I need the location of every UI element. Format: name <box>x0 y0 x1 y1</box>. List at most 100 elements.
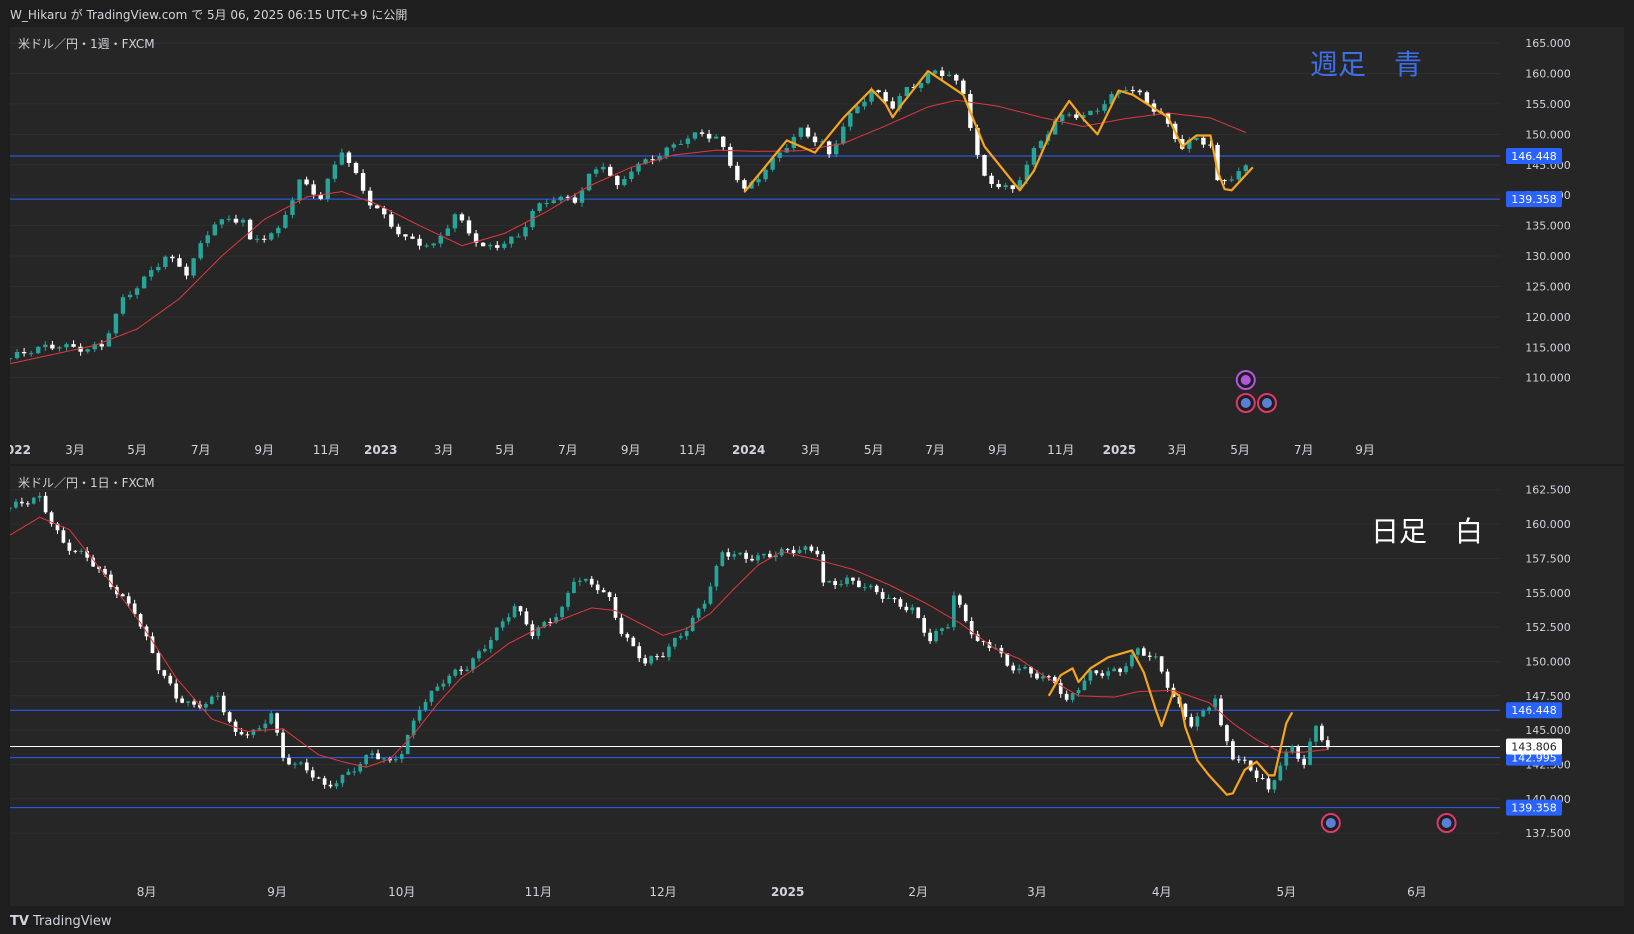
candle-body <box>37 495 42 498</box>
candle-body <box>209 696 214 704</box>
candle-body <box>566 593 570 607</box>
candle-body <box>706 133 712 139</box>
candle-body <box>989 175 994 184</box>
candle-body <box>204 703 208 708</box>
publish-header: W_Hikaru が TradingView.com で 5月 06, 2025… <box>0 0 1634 26</box>
candle-body <box>31 497 36 504</box>
x-tick-label: 4月 <box>1152 885 1172 899</box>
candle-body <box>367 190 373 206</box>
candle-body <box>212 224 217 236</box>
candle-body <box>429 690 434 702</box>
candle-body <box>1242 759 1247 761</box>
x-tick-label: 2024 <box>732 443 765 457</box>
weekly-chart-pane[interactable]: 165.000160.000155.000150.000145.000140.0… <box>10 27 1624 464</box>
us-flag-event-icon[interactable] <box>1320 813 1341 833</box>
candle-body <box>488 245 493 247</box>
candle-body <box>452 214 458 229</box>
candle-body <box>649 656 653 664</box>
x-tick-label: 9月 <box>988 443 1008 457</box>
candle-body <box>572 197 578 203</box>
candle-body <box>73 550 78 552</box>
candle-body <box>625 634 630 638</box>
candle-body <box>399 754 404 760</box>
candle-body <box>353 162 359 174</box>
candle-body <box>961 80 966 95</box>
candle-body <box>622 179 627 186</box>
y-tick-label: 147.500 <box>1525 690 1571 703</box>
candle-body <box>583 578 588 581</box>
time-axis[interactable]: 8月 9月 10月 11月 12月 2025 2月 3月 4月 5月 6月 <box>137 885 1427 899</box>
candle-body <box>1130 654 1134 667</box>
x-tick-label: 3月 <box>65 443 85 457</box>
candle-body <box>488 640 493 649</box>
candle-body <box>1094 670 1099 674</box>
candle-body <box>558 196 563 201</box>
candle-body <box>262 238 267 240</box>
candle-body <box>1302 758 1306 765</box>
candle-body <box>269 233 274 240</box>
price-label: 146.448 <box>1511 150 1557 163</box>
candle-body <box>661 656 665 658</box>
x-tick-label: 3月 <box>434 443 454 457</box>
candle-body <box>1095 110 1100 112</box>
y-tick-label: 155.000 <box>1525 587 1571 600</box>
candle-body <box>1266 778 1271 790</box>
candle-body <box>848 113 853 127</box>
candle-body <box>1153 656 1158 658</box>
weekly-chart-title: 米ドル／円・1週・FXCM <box>18 37 155 51</box>
price-axis[interactable]: 162.500 160.000 157.500 155.000 152.500 150.0… <box>1500 466 1624 906</box>
candle-body <box>892 598 897 600</box>
tradingview-logo-icon: TV <box>10 914 29 929</box>
candle-body <box>862 101 867 107</box>
candle-body <box>293 763 297 765</box>
candle-body <box>1041 676 1045 679</box>
candle-body <box>149 270 154 277</box>
candle-body <box>113 313 119 334</box>
candle-body <box>281 732 285 758</box>
price-axis[interactable]: 165.000160.000155.000150.000145.000140.0… <box>1500 27 1624 464</box>
us-flag-event-icon[interactable] <box>1436 813 1457 833</box>
candle-body <box>389 214 394 227</box>
candle-body <box>516 236 521 238</box>
candle-body <box>518 606 523 612</box>
y-tick-label: 152.500 <box>1525 621 1571 634</box>
candle-body <box>613 597 618 618</box>
footer: TV TradingView <box>0 906 1634 934</box>
candle-body <box>1195 716 1200 727</box>
candle-body <box>215 695 220 697</box>
candle-body <box>509 236 514 244</box>
candle-body <box>445 228 451 236</box>
us-flag-event-icon[interactable] <box>1235 393 1256 413</box>
candle-body <box>394 759 398 761</box>
candle-body <box>325 178 330 199</box>
flash-event-icon[interactable] <box>1235 370 1256 390</box>
candle-body <box>502 243 507 248</box>
us-flag-event-icon[interactable] <box>1256 393 1277 413</box>
candle-body <box>678 636 683 638</box>
candle-body <box>551 200 556 204</box>
candle-body <box>370 753 374 756</box>
candle-body <box>247 219 253 240</box>
candle-body <box>67 542 72 551</box>
candle-body <box>756 179 761 183</box>
candle-body <box>14 501 18 508</box>
daily-chart-title: 米ドル／円・1日・FXCM <box>18 476 155 490</box>
candle-body <box>586 173 592 191</box>
candle-body <box>934 631 938 642</box>
candle-body <box>334 783 339 787</box>
price-label: 139.358 <box>1511 193 1557 206</box>
candle-body <box>812 136 818 143</box>
candle-body <box>954 74 959 81</box>
weekly-annotation: 週足 青 <box>1310 48 1423 81</box>
candle-body <box>168 675 173 684</box>
candle-body <box>162 670 167 676</box>
candle-body <box>127 294 133 298</box>
candle-body <box>685 138 691 144</box>
candle-body <box>186 701 190 703</box>
time-axis[interactable]: 2022 3月 5月 7月 9月 11月 2023 3月 5月 7月 9月 11月 2024 3月 5月 7月… <box>10 443 1375 457</box>
daily-chart-pane[interactable]: 162.500 160.000 157.500 155.000 152.500 150.0… <box>10 466 1624 906</box>
weekly-chart-svg[interactable]: 165.000160.000155.000150.000145.000140.0… <box>10 27 1624 464</box>
candle-body <box>524 611 529 625</box>
x-tick-label: 9月 <box>254 443 274 457</box>
candle-body <box>85 349 90 352</box>
